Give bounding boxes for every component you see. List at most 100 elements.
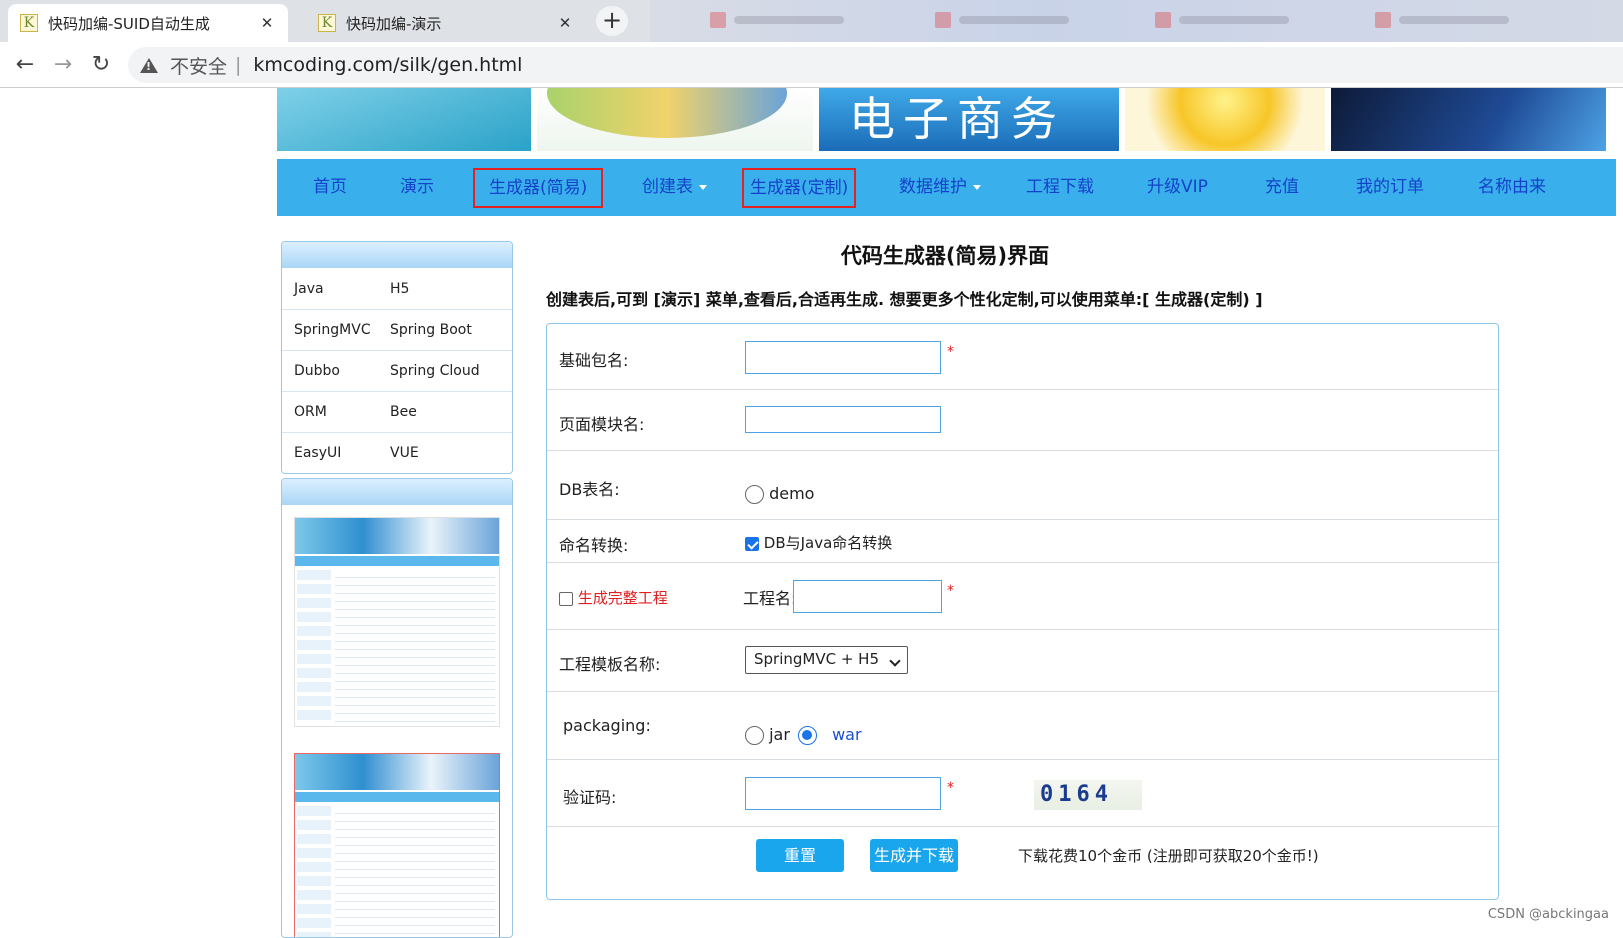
nav-create-table-label: 创建表 — [642, 177, 693, 197]
base-package-input[interactable] — [745, 341, 941, 374]
caret-down-icon — [973, 185, 981, 190]
project-name-label: 工程名: — [743, 585, 796, 609]
tech-item[interactable]: H5 — [390, 281, 486, 297]
tech-row: ORMBee — [282, 391, 512, 432]
tech-item[interactable]: Java — [294, 281, 390, 297]
packaging-war-option[interactable]: war — [798, 725, 862, 745]
nav-demo[interactable]: 演示 — [400, 159, 434, 216]
required-mark: * — [947, 780, 954, 796]
radio-war[interactable] — [798, 726, 817, 745]
reload-icon[interactable]: ↻ — [86, 50, 116, 80]
db-table-option-label: demo — [769, 484, 814, 503]
row-actions: 重置 生成并下载 下载花费10个金币 (注册即可获取20个金币!) — [547, 827, 1498, 899]
tech-item[interactable]: ORM — [294, 404, 390, 420]
nav-generator-simple[interactable]: 生成器(简易) — [473, 168, 603, 208]
tech-item[interactable]: VUE — [390, 445, 486, 461]
page-title: 代码生成器(简易)界面 — [510, 240, 1380, 270]
panel-header — [282, 242, 512, 268]
captcha-input[interactable]: 0164 — [745, 777, 941, 810]
site-favicon-icon: K — [20, 14, 38, 32]
tech-row: SpringMVCSpring Boot — [282, 309, 512, 350]
tech-item[interactable]: SpringMVC — [294, 322, 390, 338]
tab-suid-generator[interactable]: K 快码加编-SUID自动生成 ✕ — [8, 4, 288, 42]
page-module-label: 页面模块名: — [559, 411, 644, 435]
tech-item[interactable]: Spring Boot — [390, 322, 486, 338]
naming-option[interactable]: DB与Java命名转换 — [745, 532, 892, 553]
demo-screenshot-thumbnail[interactable] — [294, 517, 500, 727]
nav-name-origin[interactable]: 名称由来 — [1478, 159, 1546, 216]
row-full-project: 生成完整工程 工程名: * — [547, 563, 1498, 630]
row-page-module: 页面模块名: — [547, 390, 1498, 451]
row-db-table: DB表名: demo — [547, 451, 1498, 520]
full-project-checkbox[interactable] — [559, 592, 573, 606]
nav-generator-custom[interactable]: 生成器(定制) — [742, 168, 856, 208]
row-naming: 命名转换: DB与Java命名转换 — [547, 520, 1498, 563]
tab-demo[interactable]: K 快码加编-演示 ✕ — [306, 4, 586, 42]
packaging-war-label: war — [832, 725, 861, 744]
warning-icon — [140, 58, 158, 73]
packaging-jar-label: jar — [769, 725, 790, 744]
watermark: CSDN @abckingaa — [1488, 907, 1609, 922]
annotated-screenshot-thumbnail[interactable] — [294, 753, 500, 938]
sidebar: JavaH5 SpringMVCSpring Boot DubboSpring … — [281, 241, 513, 934]
db-table-label: DB表名: — [559, 476, 620, 500]
tech-item[interactable]: EasyUI — [294, 445, 390, 461]
main-nav: 首页 演示 生成器(简易) 创建表 生成器(定制) 数据维护 工程下载 升级VI… — [277, 159, 1616, 216]
packaging-jar-option[interactable]: jar — [745, 725, 790, 745]
row-captcha: 验证码: 0164 * — [547, 760, 1498, 827]
banner-image-devices — [277, 88, 531, 151]
packaging-label: packaging: — [563, 716, 651, 735]
close-icon[interactable]: ✕ — [556, 14, 574, 32]
address-bar-row: ← → ↻ 不安全 | kmcoding.com/silk/gen.html — [0, 42, 1623, 88]
row-template: 工程模板名称: SpringMVC + H5 — [547, 630, 1498, 692]
browser-tab-bar: K 快码加编-SUID自动生成 ✕ K 快码加编-演示 ✕ + — [0, 0, 1623, 42]
full-project-label: 生成完整工程 — [578, 589, 668, 607]
url-text: kmcoding.com/silk/gen.html — [253, 54, 522, 76]
caret-down-icon — [699, 185, 707, 190]
back-arrow-icon[interactable]: ← — [10, 50, 40, 80]
base-package-label: 基础包名: — [559, 347, 628, 371]
tech-item[interactable]: Dubbo — [294, 363, 390, 379]
tech-item[interactable]: Bee — [390, 404, 486, 420]
tab-title: 快码加编-演示 — [346, 13, 556, 34]
db-table-option[interactable]: demo — [745, 484, 814, 504]
radio-jar[interactable] — [745, 726, 764, 745]
banner-image-chart — [537, 88, 813, 151]
generator-form: 基础包名: * 页面模块名: DB表名: demo 命名转换: DB与Java命… — [546, 323, 1499, 900]
banner-image-bulb — [1125, 88, 1325, 151]
close-icon[interactable]: ✕ — [258, 14, 276, 32]
row-packaging: packaging: jar war — [547, 692, 1498, 760]
forward-arrow-icon[interactable]: → — [48, 50, 78, 80]
panel-header — [282, 479, 512, 505]
banner-image-ecommerce: 电子商务 — [819, 88, 1119, 151]
naming-checkbox[interactable] — [745, 537, 759, 551]
reset-button[interactable]: 重置 — [756, 839, 844, 872]
site-banner: 电子商务 — [277, 88, 1616, 151]
full-project-option[interactable]: 生成完整工程 — [559, 587, 668, 608]
nav-upgrade-vip[interactable]: 升级VIP — [1147, 159, 1208, 216]
nav-create-table[interactable]: 创建表 — [642, 159, 707, 216]
radio-demo[interactable] — [745, 485, 764, 504]
generate-download-button[interactable]: 生成并下载 — [870, 839, 958, 872]
project-name-input[interactable] — [793, 580, 942, 613]
nav-data-maintenance[interactable]: 数据维护 — [899, 159, 981, 216]
tech-list-panel: JavaH5 SpringMVCSpring Boot DubboSpring … — [281, 241, 513, 474]
nav-project-download[interactable]: 工程下载 — [1026, 159, 1094, 216]
template-select[interactable]: SpringMVC + H5 — [745, 646, 908, 674]
url-bar[interactable]: 不安全 | kmcoding.com/silk/gen.html — [128, 47, 1623, 83]
tech-row: EasyUIVUE — [282, 432, 512, 473]
url-separator: | — [235, 54, 241, 76]
page-description: 创建表后,可到 [演示] 菜单,查看后,合适再生成. 想要更多个性化定制,可以使… — [546, 286, 1263, 310]
tech-item[interactable]: Spring Cloud — [390, 363, 486, 379]
cost-note: 下载花费10个金币 (注册即可获取20个金币!) — [1018, 845, 1319, 866]
screenshot-panel — [281, 478, 513, 938]
required-mark: * — [947, 583, 954, 599]
nav-home[interactable]: 首页 — [313, 159, 347, 216]
page-module-input[interactable] — [745, 406, 941, 433]
captcha-image[interactable]: 0164 — [1034, 780, 1142, 810]
nav-data-maintenance-label: 数据维护 — [899, 177, 967, 197]
nav-recharge[interactable]: 充值 — [1265, 159, 1299, 216]
naming-option-label: DB与Java命名转换 — [764, 534, 893, 552]
new-tab-button[interactable]: + — [596, 6, 628, 36]
nav-my-orders[interactable]: 我的订单 — [1356, 159, 1424, 216]
